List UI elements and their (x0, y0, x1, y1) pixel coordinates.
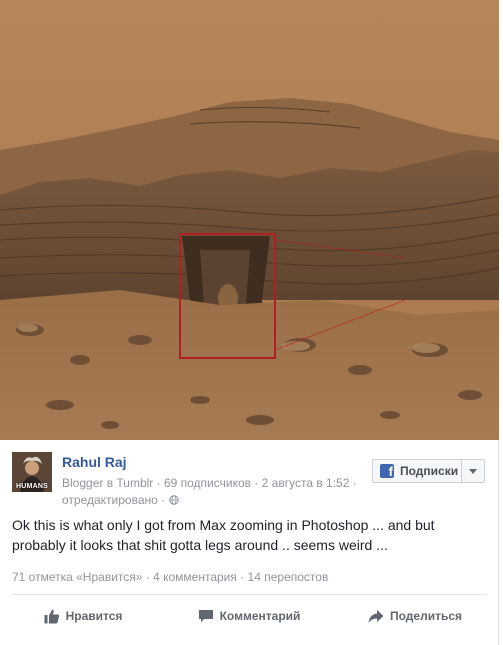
share-icon (368, 609, 384, 623)
post-stats[interactable]: 71 отметка «Нравится» · 4 комментария · … (12, 570, 328, 584)
comment-button-label: Комментарий (219, 609, 301, 623)
author-name[interactable]: Rahul Raj (62, 454, 127, 470)
comment-button[interactable]: Комментарий (166, 600, 332, 632)
like-button[interactable]: Нравится (0, 600, 166, 632)
mars-landscape-image (0, 0, 499, 440)
share-button-label: Поделиться (389, 609, 463, 623)
comment-icon (198, 609, 213, 622)
divider (12, 594, 486, 595)
facebook-f-icon: f (380, 464, 394, 478)
share-button[interactable]: Поделиться (332, 600, 498, 632)
facebook-post: HUMANS Rahul Raj Blogger в Tumblr · 69 п… (0, 0, 503, 645)
avatar[interactable]: HUMANS (12, 452, 52, 492)
post-text: Ok this is what only I got from Max zoom… (12, 517, 435, 553)
meta-line-1[interactable]: Blogger в Tumblr · 69 подписчиков · 2 ав… (62, 476, 357, 490)
follow-button-label: Подписки (400, 464, 459, 478)
post-meta: Blogger в Tumblr · 69 подписчиков · 2 ав… (62, 475, 372, 509)
thumbs-up-icon (44, 609, 59, 623)
post-actions: Нравится Комментарий Поделиться (0, 600, 498, 632)
chevron-down-icon[interactable] (469, 469, 477, 474)
post-card: HUMANS Rahul Raj Blogger в Tumblr · 69 п… (0, 440, 499, 645)
globe-icon[interactable] (168, 495, 179, 505)
follow-button-divider (461, 460, 462, 482)
avatar-caption: HUMANS (16, 483, 48, 490)
follow-button[interactable]: f Подписки (372, 459, 485, 483)
meta-line-2: отредактировано · (62, 493, 166, 507)
like-button-label: Нравится (65, 609, 123, 623)
post-photo[interactable] (0, 0, 499, 440)
